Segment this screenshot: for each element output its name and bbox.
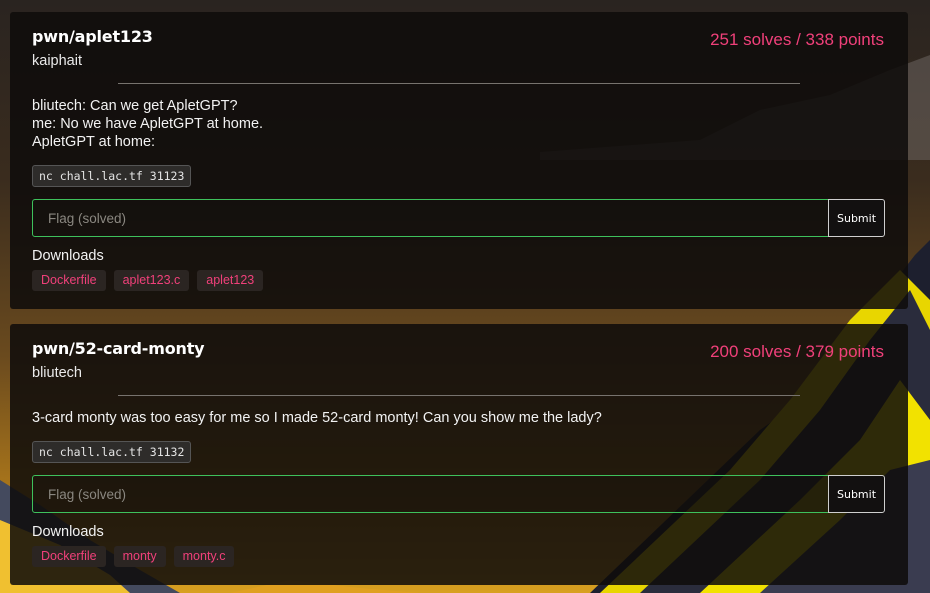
flag-input[interactable]	[32, 475, 829, 513]
download-link-aplet123-c[interactable]: aplet123.c	[113, 270, 190, 291]
challenge-author: bliutech	[32, 365, 82, 381]
challenge-title: pwn/52-card-monty	[32, 339, 205, 358]
challenge-card: pwn/52-card-monty 200 solves / 379 point…	[10, 324, 908, 585]
description-line: ApletGPT at home:	[32, 134, 156, 150]
challenge-description: bliutech: Can we get ApletGPT? me: No we…	[32, 97, 263, 151]
flag-input[interactable]	[32, 199, 829, 237]
downloads-list: Dockerfile monty monty.c	[32, 546, 235, 567]
divider	[118, 83, 800, 84]
challenge-title: pwn/aplet123	[32, 27, 153, 46]
download-link-dockerfile[interactable]: Dockerfile	[32, 270, 106, 291]
challenge-author: kaiphait	[32, 53, 82, 69]
divider	[118, 395, 800, 396]
download-link-monty[interactable]: monty	[113, 546, 166, 567]
connection-command: nc chall.lac.tf 31123	[32, 165, 192, 187]
download-link-dockerfile[interactable]: Dockerfile	[32, 546, 106, 567]
downloads-label: Downloads	[32, 248, 104, 264]
challenge-score: 200 solves / 379 points	[710, 342, 884, 361]
description-line: bliutech: Can we get ApletGPT?	[32, 98, 238, 114]
connection-command: nc chall.lac.tf 31132	[32, 441, 192, 463]
submit-button[interactable]: Submit	[828, 199, 885, 237]
challenge-description: 3-card monty was too easy for me so I ma…	[32, 409, 602, 427]
downloads-list: Dockerfile aplet123.c aplet123	[32, 270, 264, 291]
challenge-score: 251 solves / 338 points	[710, 30, 884, 49]
challenge-card: pwn/aplet123 251 solves / 338 points kai…	[10, 12, 908, 309]
downloads-label: Downloads	[32, 524, 104, 540]
submit-button[interactable]: Submit	[828, 475, 885, 513]
download-link-monty-c[interactable]: monty.c	[173, 546, 235, 567]
download-link-aplet123[interactable]: aplet123	[197, 270, 264, 291]
description-line: 3-card monty was too easy for me so I ma…	[32, 410, 602, 426]
description-line: me: No we have ApletGPT at home.	[32, 116, 264, 132]
